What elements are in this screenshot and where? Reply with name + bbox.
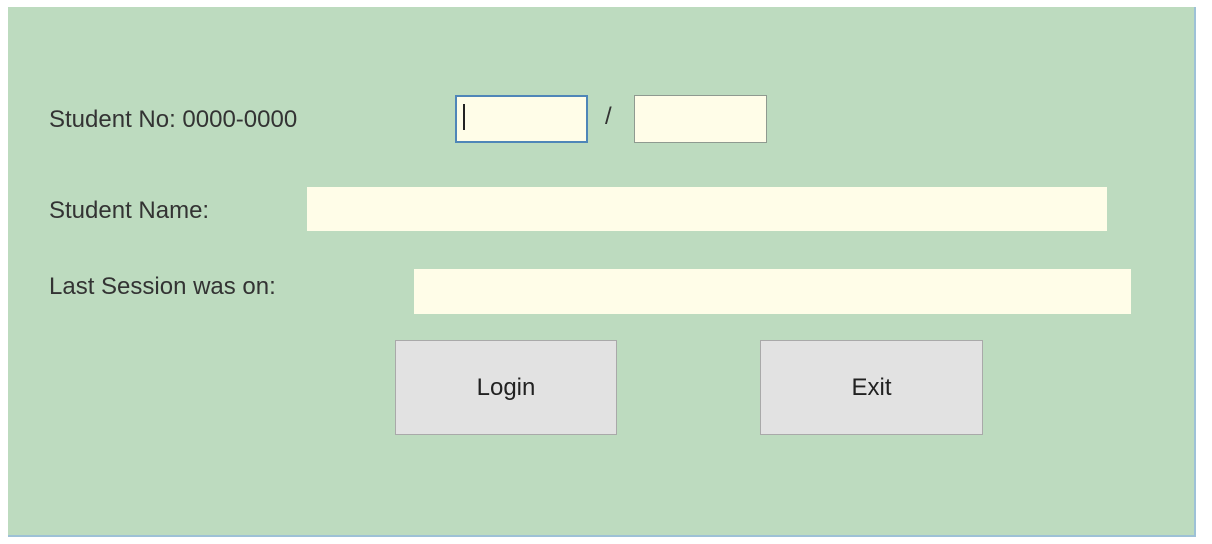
student-name-label: Student Name: [49, 197, 210, 224]
text-caret [463, 104, 465, 130]
last-session-field[interactable] [414, 269, 1131, 314]
student-no-part1-input[interactable] [455, 95, 588, 143]
student-no-separator: / [605, 103, 612, 130]
exit-button[interactable]: Exit [760, 340, 983, 435]
login-window: Student No: 0000-0000 / Student Name: La… [8, 7, 1196, 537]
login-button[interactable]: Login [395, 340, 617, 435]
student-no-part2-input[interactable] [634, 95, 767, 143]
student-name-field[interactable] [307, 187, 1107, 231]
last-session-label: Last Session was on: [49, 273, 276, 300]
student-no-label: Student No: 0000-0000 [49, 106, 298, 133]
